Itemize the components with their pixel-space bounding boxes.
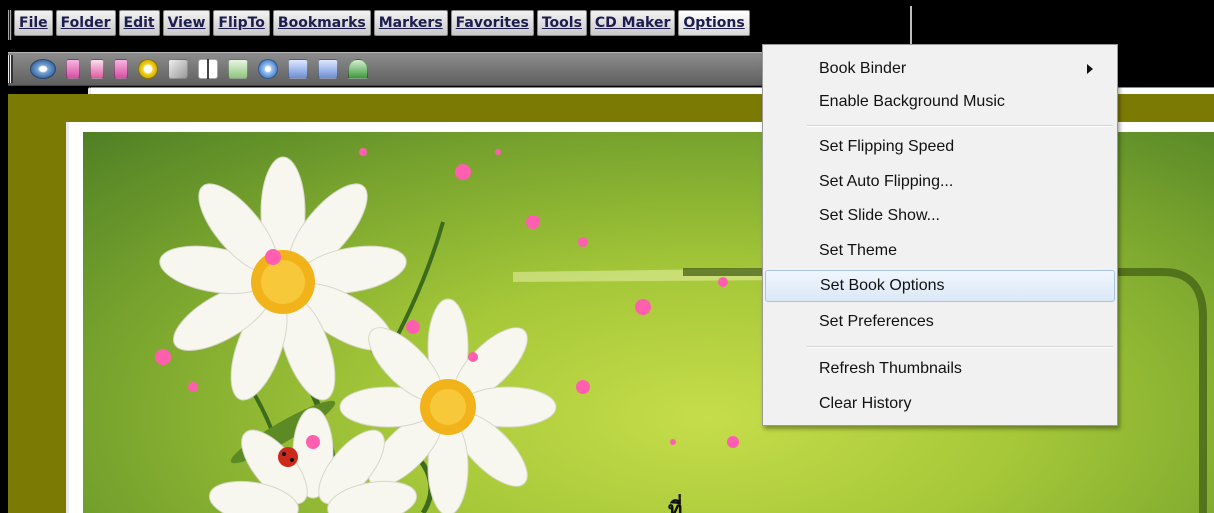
menu-item-set-auto-flipping[interactable]: Set Auto Flipping... — [765, 166, 1115, 198]
menu-item-label: Set Preferences — [819, 313, 934, 330]
menu-item-label: Set Auto Flipping... — [819, 173, 954, 190]
menu-item-enable-background-music[interactable]: Enable Background Music — [765, 86, 1115, 118]
menu-favorites[interactable]: Favorites — [450, 10, 534, 36]
menu-item-set-slide-show[interactable]: Set Slide Show... — [765, 200, 1115, 232]
menu-item-label: Clear History — [819, 395, 912, 412]
menu-markers[interactable]: Markers — [373, 10, 448, 36]
add-icon[interactable] — [138, 59, 158, 79]
menu-item-set-theme[interactable]: Set Theme — [765, 235, 1115, 267]
menu-cd-maker[interactable]: CD Maker — [589, 10, 676, 36]
menu-item-label: Refresh Thumbnails — [819, 360, 962, 377]
view-icon[interactable] — [30, 59, 56, 79]
page-icon[interactable] — [66, 59, 80, 79]
tree-icon[interactable] — [348, 59, 368, 79]
menu-file[interactable]: File — [14, 10, 53, 36]
window-icon[interactable] — [318, 59, 338, 79]
menu-bookmarks[interactable]: Bookmarks — [272, 10, 371, 36]
menu-item-clear-history[interactable]: Clear History — [765, 388, 1115, 420]
menu-item-label: Enable Background Music — [819, 93, 1005, 110]
tag-icon[interactable] — [228, 59, 248, 79]
cd-icon[interactable] — [258, 59, 278, 79]
go-to-page-icon[interactable] — [90, 59, 104, 79]
menu-tools[interactable]: Tools — [536, 10, 587, 36]
menu-item-label: Set Book Options — [820, 277, 945, 294]
options-dropdown: Book Binder Enable Background Music Set … — [762, 44, 1118, 426]
two-page-icon[interactable] — [198, 59, 218, 79]
menu-edit[interactable]: Edit — [118, 10, 160, 36]
menu-item-refresh-thumbnails[interactable]: Refresh Thumbnails — [765, 353, 1115, 385]
menubar: File Folder Edit View FlipTo Bookmarks M… — [0, 0, 1214, 44]
resize-icon[interactable] — [288, 59, 308, 79]
menu-separator — [807, 346, 1113, 348]
menu-item-set-flipping-speed[interactable]: Set Flipping Speed — [765, 131, 1115, 163]
menu-item-label: Book Binder — [819, 60, 907, 77]
menubar-separator — [910, 6, 912, 44]
menu-folder[interactable]: Folder — [55, 10, 116, 36]
menu-options[interactable]: Options — [678, 10, 750, 36]
menu-item-set-preferences[interactable]: Set Preferences — [765, 306, 1115, 338]
cover-text: ที่ — [668, 498, 683, 513]
toolbar — [8, 52, 1214, 478]
menubar-grip[interactable] — [8, 10, 12, 40]
menu-flipto[interactable]: FlipTo — [213, 10, 270, 36]
document-icon[interactable] — [114, 59, 128, 79]
menu-item-set-book-options[interactable]: Set Book Options — [765, 270, 1115, 302]
submenu-arrow-icon — [1087, 64, 1093, 74]
menubar-items: File Folder Edit View FlipTo Bookmarks M… — [14, 10, 750, 36]
pen-icon[interactable] — [168, 59, 188, 79]
menu-view[interactable]: View — [162, 10, 211, 36]
menu-item-label: Set Flipping Speed — [819, 138, 955, 155]
toolbar-grip[interactable] — [8, 55, 13, 83]
menu-item-label: Set Slide Show... — [819, 207, 940, 224]
menu-item-book-binder[interactable]: Book Binder — [765, 53, 1115, 85]
menu-item-label: Set Theme — [819, 242, 897, 259]
toolbar-icons — [30, 59, 1214, 478]
menu-separator — [807, 125, 1113, 127]
